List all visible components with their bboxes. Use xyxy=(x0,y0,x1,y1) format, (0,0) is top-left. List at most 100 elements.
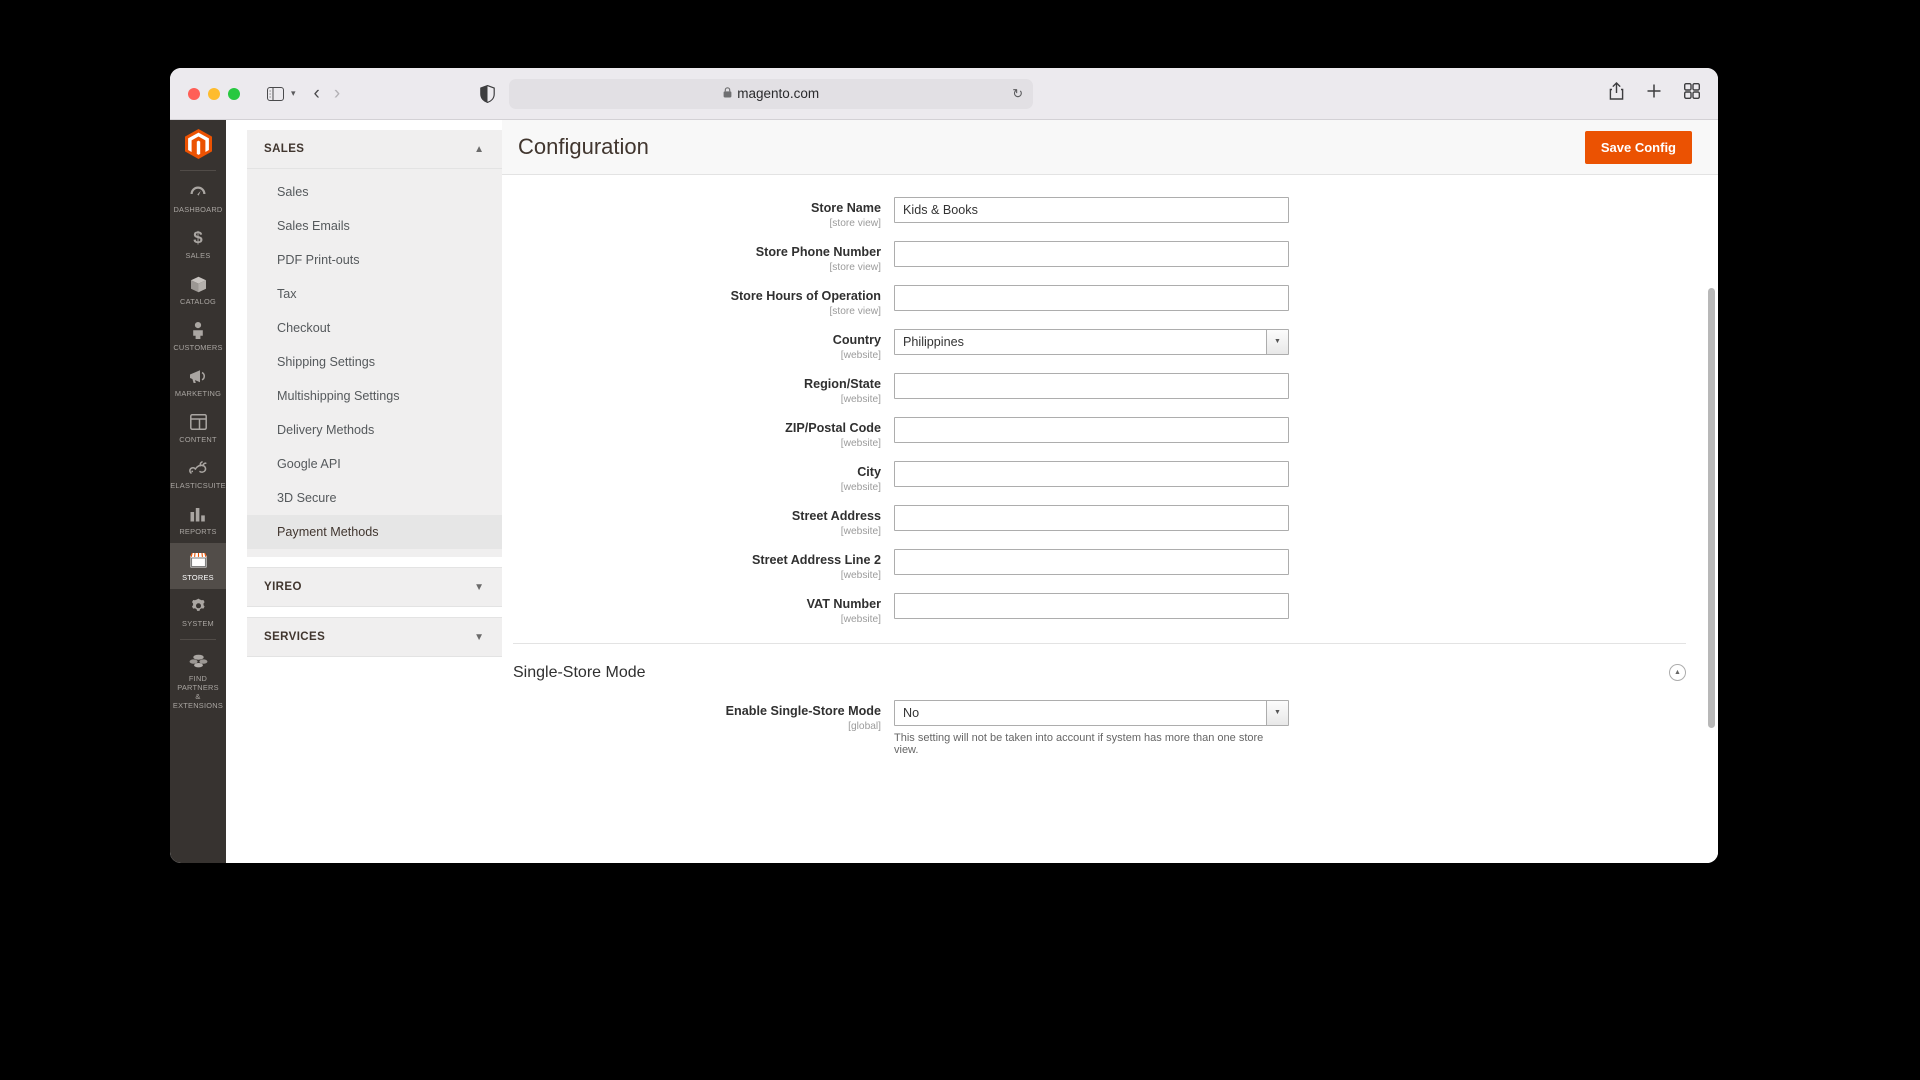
box-icon xyxy=(187,274,209,294)
subnav-section-title: YIREO xyxy=(264,581,302,593)
sidebar-item-label: DASHBOARD xyxy=(173,205,223,214)
vat-number-input[interactable] xyxy=(894,592,1289,619)
field-label: City [website] xyxy=(502,461,894,494)
field-control xyxy=(894,504,1289,531)
field-scope-text: [global] xyxy=(848,720,881,732)
storefront-icon xyxy=(187,550,209,570)
scrollbar-track[interactable] xyxy=(1708,176,1715,808)
subnav-item-sales[interactable]: Sales xyxy=(247,175,502,209)
subnav-item-shipping-settings[interactable]: Shipping Settings xyxy=(247,345,502,379)
field-control: No ▼ This setting will not be taken into… xyxy=(894,699,1289,756)
sidebar-item-content[interactable]: CONTENT xyxy=(170,405,226,451)
sidebar-dropdown-chevron-icon[interactable]: ▾ xyxy=(291,88,296,99)
maximize-window-button[interactable] xyxy=(228,87,240,100)
sidebar-item-elasticsuite[interactable]: ELASTICSUITE xyxy=(170,451,226,497)
sidebar-item-customers[interactable]: CUSTOMERS xyxy=(170,313,226,359)
chevron-down-icon[interactable]: ▼ xyxy=(1266,329,1288,354)
scrollbar-thumb[interactable] xyxy=(1708,288,1715,728)
field-enable-single-store-mode: Enable Single-Store Mode [global] No ▼ T… xyxy=(502,699,1718,756)
sidebar-item-stores[interactable]: STORES xyxy=(170,543,226,590)
field-scope-text: [website] xyxy=(840,437,881,449)
new-tab-icon[interactable] xyxy=(1646,83,1662,104)
sidebar-item-marketing[interactable]: MARKETING xyxy=(170,359,226,405)
field-label-text: Street Address xyxy=(791,508,881,523)
back-arrow-icon[interactable]: ‹ xyxy=(314,84,320,103)
rail-divider xyxy=(180,170,216,171)
store-phone-number-input[interactable] xyxy=(894,240,1289,267)
city-input[interactable] xyxy=(894,460,1289,487)
subnav-section-sales-header[interactable]: SALES ▲ xyxy=(247,130,502,169)
sidebar-item-dashboard[interactable]: DASHBOARD xyxy=(170,175,226,221)
sidebar-item-label: REPORTS xyxy=(179,527,217,537)
single-store-mode-header: Single-Store Mode ▲ xyxy=(502,644,1718,700)
address-bar[interactable]: magento.com ↻ xyxy=(509,78,1034,109)
subnav-section-yireo-header[interactable]: YIREO ▼ xyxy=(247,567,502,607)
zip-postal-code-input[interactable] xyxy=(894,416,1289,443)
close-window-button[interactable] xyxy=(188,87,200,100)
forward-arrow-icon[interactable]: › xyxy=(334,84,340,103)
sidebar-item-label: CUSTOMERS xyxy=(173,343,223,353)
enable-single-store-mode-select[interactable]: No ▼ xyxy=(894,699,1289,726)
sidebar-item-sales[interactable]: $ SALES xyxy=(170,221,226,267)
street-address-line-2-input[interactable] xyxy=(894,548,1289,575)
subnav-item-multishipping-settings[interactable]: Multishipping Settings xyxy=(247,379,502,413)
field-label-text: ZIP/Postal Code xyxy=(785,420,881,435)
browser-titlebar: ▾ ‹ › magento.com ↻ xyxy=(170,68,1718,120)
sidebar-item-catalog[interactable]: CATALOG xyxy=(170,267,226,313)
field-label: Store Phone Number [store view] xyxy=(502,241,894,274)
field-zip-postal-code: ZIP/Postal Code [website] xyxy=(502,416,1718,450)
reload-icon[interactable]: ↻ xyxy=(1012,86,1023,102)
region-state-input[interactable] xyxy=(894,372,1289,399)
country-select[interactable]: Philippines ▼ xyxy=(894,328,1289,355)
field-control xyxy=(894,416,1289,443)
chevron-up-circle-icon[interactable]: ▲ xyxy=(1669,664,1686,682)
rabbit-icon xyxy=(187,458,209,478)
chevron-down-icon[interactable]: ▼ xyxy=(474,632,484,643)
sidebar-item-system[interactable]: SYSTEM xyxy=(170,589,226,635)
shield-icon[interactable] xyxy=(480,84,495,103)
subnav-item-pdf-print-outs[interactable]: PDF Print-outs xyxy=(247,243,502,277)
section-title: Single-Store Mode xyxy=(513,663,646,681)
field-label: ZIP/Postal Code [website] xyxy=(502,417,894,450)
field-region-state: Region/State [website] xyxy=(502,372,1718,406)
field-control xyxy=(894,197,1289,223)
share-icon[interactable] xyxy=(1609,82,1624,105)
chevron-down-icon[interactable]: ▼ xyxy=(474,582,484,593)
sidebar-item-find-partners[interactable]: FIND PARTNERS & EXTENSIONS xyxy=(170,644,226,717)
field-store-phone-number: Store Phone Number [store view] xyxy=(502,240,1718,274)
field-note: This setting will not be taken into acco… xyxy=(894,731,1264,756)
subnav-item-google-api[interactable]: Google API xyxy=(247,447,502,481)
field-scope-text: [website] xyxy=(840,569,881,581)
sidebar-item-label: CATALOG xyxy=(180,297,216,307)
field-scope-text: [store view] xyxy=(829,217,881,229)
chevron-up-icon[interactable]: ▲ xyxy=(474,144,484,155)
field-store-name: Store Name [store view] xyxy=(502,197,1718,230)
store-name-input[interactable] xyxy=(894,197,1289,223)
subnav-item-sales-emails[interactable]: Sales Emails xyxy=(247,209,502,243)
magento-admin: DASHBOARD $ SALES CATALOG CUSTOMERS MARK… xyxy=(170,120,1718,863)
subnav-item-tax[interactable]: Tax xyxy=(247,277,502,311)
save-config-button[interactable]: Save Config xyxy=(1584,130,1692,164)
dashboard-icon xyxy=(187,182,209,202)
sidebar-toggle-icon[interactable] xyxy=(262,82,288,106)
store-hours-input[interactable] xyxy=(894,284,1289,311)
subnav-item-delivery-methods[interactable]: Delivery Methods xyxy=(247,413,502,447)
configuration-form: Store Name [store view] Store Phone Numb… xyxy=(502,175,1718,863)
subnav-item-checkout[interactable]: Checkout xyxy=(247,311,502,345)
subnav-item-3d-secure[interactable]: 3D Secure xyxy=(247,481,502,515)
minimize-window-button[interactable] xyxy=(208,87,220,100)
field-control xyxy=(894,548,1289,575)
sidebar-item-reports[interactable]: REPORTS xyxy=(170,497,226,543)
dollar-icon: $ xyxy=(193,228,203,248)
subnav-item-payment-methods[interactable]: Payment Methods xyxy=(247,515,502,549)
field-control xyxy=(894,460,1289,487)
lock-icon xyxy=(723,86,732,101)
tab-overview-icon[interactable] xyxy=(1683,82,1701,104)
field-label-text: Store Hours of Operation xyxy=(730,288,881,303)
subnav-section-services-header[interactable]: SERVICES ▼ xyxy=(247,617,502,657)
chevron-down-icon[interactable]: ▼ xyxy=(1266,700,1288,725)
magento-logo-icon[interactable] xyxy=(170,120,226,168)
gear-icon xyxy=(187,596,209,616)
street-address-input[interactable] xyxy=(894,504,1289,531)
field-street-address-line-2: Street Address Line 2 [website] xyxy=(502,548,1718,582)
